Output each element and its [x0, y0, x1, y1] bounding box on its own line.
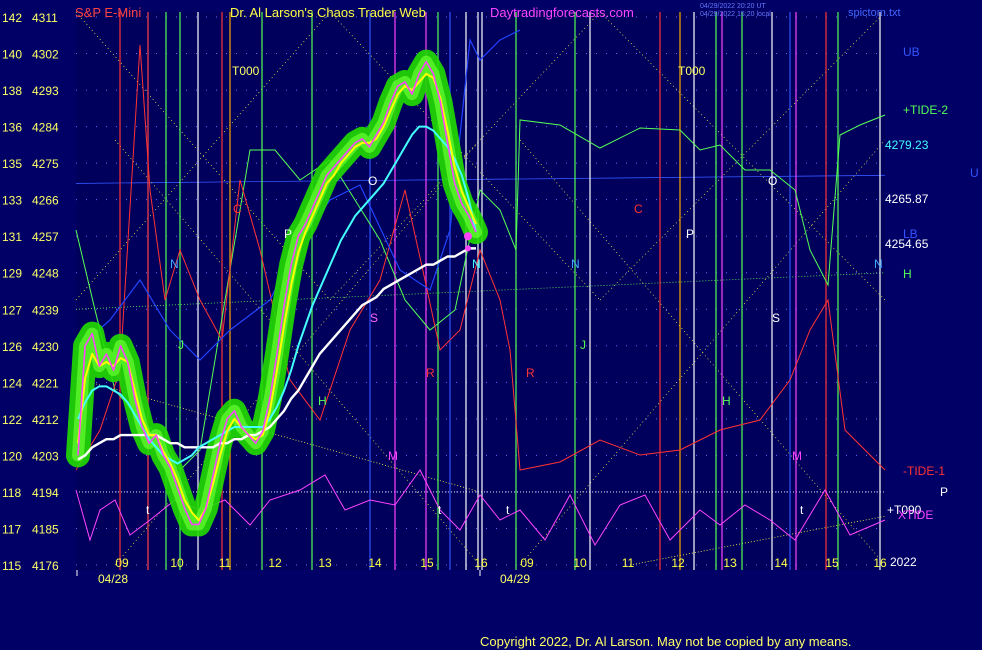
x-tick-label: 10 [170, 556, 184, 570]
x-tick-label: 14 [774, 556, 788, 570]
instrument-title: S&P E-Mini [75, 5, 141, 20]
annotation-letter: O [768, 174, 777, 188]
x-tick-label: 14 [368, 556, 382, 570]
y-index-label: 122 [2, 413, 22, 427]
right-label: P [940, 485, 948, 499]
right-label: 4279.23 [885, 138, 929, 152]
y-index-label: 118 [2, 486, 21, 500]
annotation-letter: N [472, 257, 481, 271]
right-label: 2022 [890, 555, 917, 569]
x-tick-label: 13 [723, 556, 737, 570]
y-index-label: 133 [2, 194, 22, 208]
last-average-marker [465, 245, 471, 252]
y-index-label: 124 [2, 376, 22, 390]
data-filename: spictom.txt [848, 7, 901, 19]
site-title: Dr. Al Larson's Chaos Trader Web [230, 5, 426, 20]
y-index-label: 140 [2, 48, 22, 62]
annotation-letter: P [284, 227, 292, 241]
annotation-letter: R [526, 366, 535, 380]
annotation-letter: N [571, 257, 580, 271]
right-label: +TIDE-2 [903, 103, 948, 117]
y-price-label: 4221 [32, 376, 59, 390]
time-marker: T000 [678, 64, 706, 78]
y-index-label: 138 [2, 84, 22, 98]
right-label: XTIDE [898, 508, 933, 522]
y-price-label: 4239 [32, 303, 59, 317]
y-index-label: 115 [2, 559, 21, 573]
annotation-letter: P [686, 227, 694, 241]
x-tick-label: 09 [115, 556, 129, 570]
right-label: 4265.87 [885, 192, 929, 206]
x-tick-label: 11 [219, 556, 232, 570]
x-tick-label: 16 [474, 556, 488, 570]
x-tick-label: 11 [622, 556, 635, 570]
annotation-letter: J [580, 338, 586, 352]
date-label: 04/29 [500, 572, 530, 586]
y-price-label: 4203 [32, 449, 59, 463]
y-price-label: 4275 [32, 157, 59, 171]
right-label: U [970, 166, 979, 180]
annotation-letter: H [722, 394, 731, 408]
y-price-label: 4302 [32, 48, 59, 62]
right-label: -TIDE-1 [903, 464, 945, 478]
annotation-letter: C [634, 202, 643, 216]
y-price-label: 4185 [32, 522, 59, 536]
y-price-label: 4284 [32, 121, 59, 135]
annotation-letter: S [772, 311, 780, 325]
copyright-notice: Copyright 2022, Dr. Al Larson. May not b… [480, 634, 852, 649]
y-index-label: 142 [2, 11, 22, 25]
y-index-label: 120 [2, 449, 22, 463]
annotation-letter: M [792, 449, 802, 463]
annotation-letter: H [318, 394, 327, 408]
annotation-letter: N [170, 257, 179, 271]
y-price-label: 4266 [32, 194, 59, 208]
y-index-label: 126 [2, 340, 22, 354]
time-marker: T000 [232, 64, 260, 78]
site-url[interactable]: Daytradingforecasts.com [490, 5, 634, 20]
y-price-label: 4230 [32, 340, 59, 354]
right-label: H [903, 267, 912, 281]
annotation-letter: R [426, 366, 435, 380]
x-tick-label: 15 [420, 556, 434, 570]
y-index-label: 131 [2, 230, 22, 244]
y-index-label: 127 [2, 303, 22, 317]
x-tick-label: 10 [573, 556, 587, 570]
y-price-label: 4257 [32, 230, 59, 244]
y-price-label: 4194 [32, 486, 59, 500]
last-price-marker [464, 232, 472, 241]
x-tick-label: 12 [671, 556, 685, 570]
chaos-trader-chart: 142 4311 140 4302 138 4293 136 4284 135 4275 133 42… [0, 0, 982, 650]
y-price-label: 4293 [32, 84, 59, 98]
annotation-letter: M [388, 449, 398, 463]
annotation-letter: C [233, 202, 242, 216]
annotation-letter: N [874, 257, 883, 271]
annotation-letter: O [368, 174, 377, 188]
y-price-label: 4212 [32, 413, 59, 427]
y-index-label: 129 [2, 267, 22, 281]
x-tick-label: 09 [520, 556, 534, 570]
x-tick-label: 13 [318, 556, 332, 570]
y-index-label: 117 [2, 522, 21, 536]
annotation-letter: S [370, 311, 378, 325]
y-index-label: 136 [2, 121, 22, 135]
right-label: 4254.65 [885, 237, 929, 251]
timestamp-local: 04/29/2022 15:20 local [700, 11, 771, 18]
y-price-label: 4248 [32, 267, 59, 281]
y-price-label: 4176 [32, 559, 59, 573]
y-index-label: 135 [2, 157, 22, 171]
annotation-letter: J [178, 338, 184, 352]
timestamp-ut: 04/29/2022 20:20 UT [700, 3, 766, 10]
x-tick-label: 15 [825, 556, 839, 570]
right-label: UB [903, 45, 920, 59]
x-tick-label: 16 [873, 556, 887, 570]
y-price-label: 4311 [32, 11, 58, 25]
x-tick-label: 12 [268, 556, 282, 570]
date-label: 04/28 [98, 572, 128, 586]
